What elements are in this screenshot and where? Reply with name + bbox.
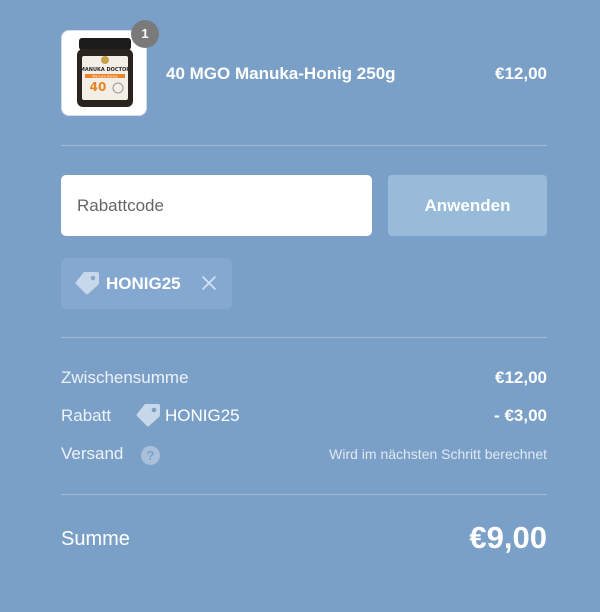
subtotal-value: €12,00	[495, 368, 547, 387]
remove-discount-icon[interactable]	[201, 275, 217, 291]
shipping-label: Versand	[61, 444, 124, 463]
product-name: 40 MGO Manuka-Honig 250g	[166, 64, 396, 83]
jar-brand-text: MANUKA DOCTOR	[80, 67, 130, 73]
applied-discount-code: HONIG25	[106, 274, 181, 293]
divider	[61, 494, 547, 495]
discount-row: Rabatt HONIG25 - €3,00	[61, 404, 547, 430]
applied-discount-chip: HONIG25	[61, 258, 232, 309]
discount-label: Rabatt	[61, 406, 112, 425]
tag-icon	[75, 272, 99, 295]
tag-icon	[136, 404, 160, 427]
apply-discount-button[interactable]: Anwenden	[388, 175, 547, 236]
total-label: Summe	[61, 528, 130, 550]
quantity-badge: 1	[131, 20, 159, 48]
product-thumbnail: MANUKA DOCTOR Manuka Honey 40 1	[61, 20, 159, 116]
subtotal-row: Zwischensumme €12,00	[61, 368, 547, 392]
jar-sublabel-text: Manuka Honey	[92, 75, 117, 79]
shipping-row: Versand ? Wird im nächsten Schritt berec…	[61, 444, 547, 468]
discount-code-text: HONIG25	[165, 406, 240, 425]
discount-code-input[interactable]	[61, 175, 372, 236]
product-price: €12,00	[495, 64, 547, 83]
honey-jar-image: MANUKA DOCTOR Manuka Honey 40	[77, 38, 133, 107]
divider	[61, 337, 547, 338]
jar-grade-text: 40	[90, 80, 107, 94]
shipping-value: Wird im nächsten Schritt berechnet	[329, 446, 547, 462]
discount-value: - €3,00	[494, 406, 547, 425]
product-line-item: MANUKA DOCTOR Manuka Honey 40 1 40 MGO M…	[61, 20, 547, 116]
help-icon[interactable]: ?	[141, 446, 160, 465]
total-value: €9,00	[469, 520, 547, 555]
subtotal-label: Zwischensumme	[61, 368, 189, 387]
divider	[61, 145, 547, 146]
